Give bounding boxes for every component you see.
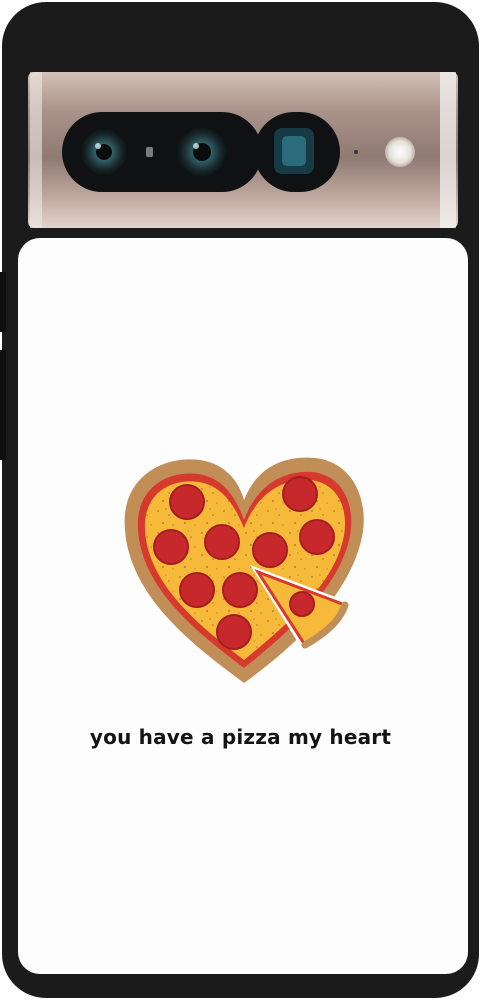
pepperoni (299, 519, 335, 555)
pepperoni (179, 572, 215, 608)
pepperoni (216, 614, 252, 650)
side-button (0, 350, 6, 460)
pepperoni (282, 476, 318, 512)
sensor-icon (146, 147, 153, 157)
pepperoni (153, 529, 189, 565)
flash-icon (385, 137, 415, 167)
pepperoni (169, 484, 205, 520)
phone-case-product-image: you have a pizza my heart (0, 0, 481, 1000)
pepperoni (222, 572, 258, 608)
pepperoni (252, 532, 288, 568)
pepperoni (289, 591, 315, 617)
phone-case (0, 2, 479, 998)
tagline-text: you have a pizza my heart (89, 725, 392, 749)
pepperoni (204, 524, 240, 560)
side-button (0, 272, 6, 332)
